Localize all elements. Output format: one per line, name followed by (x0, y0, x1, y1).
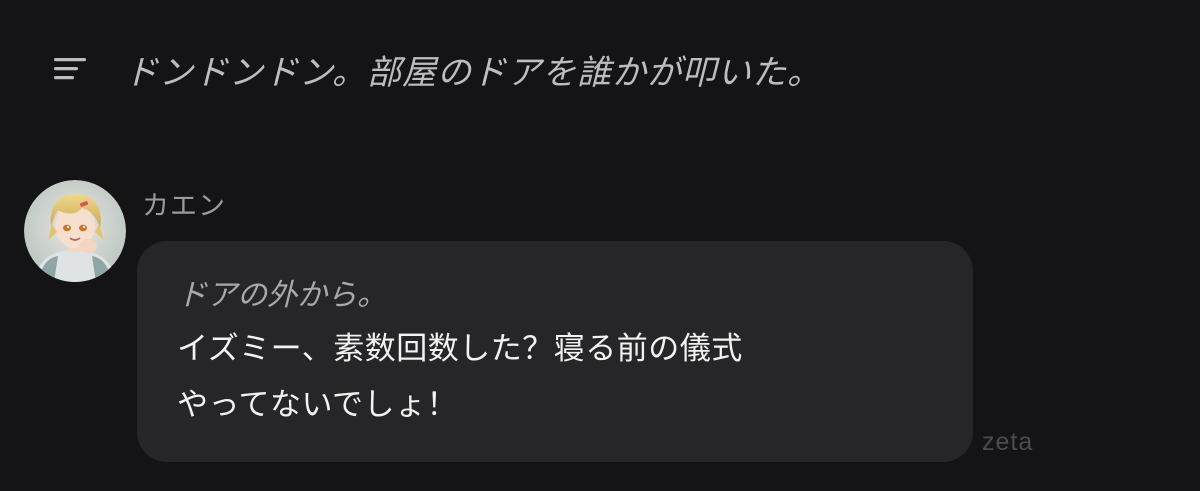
character-name: カエン (142, 191, 226, 222)
message-line: やってないでしょ！ (177, 387, 459, 423)
scene-narration-header: ドンドンドン。部屋のドアを誰かが叩いた。 (52, 44, 822, 94)
menu-icon[interactable] (52, 55, 88, 83)
zeta-watermark: zeta (982, 428, 1034, 456)
message-bubble[interactable]: ドアの外から。 イズミー、素数回数した？寝る前の儀式 やってないでしょ！ (137, 241, 973, 462)
message-narration: ドアの外から。 (177, 278, 387, 313)
scene-narration-text: ドンドンドン。部屋のドアを誰かが叩いた。 (124, 52, 822, 93)
chat-screen: ドンドンドン。部屋のドアを誰かが叩いた。 カエン ドアの外から。 イズミー、素数… (0, 0, 1200, 491)
message-line: イズミー、素数回数した？寝る前の儀式 (177, 331, 743, 367)
character-avatar[interactable] (24, 180, 126, 282)
